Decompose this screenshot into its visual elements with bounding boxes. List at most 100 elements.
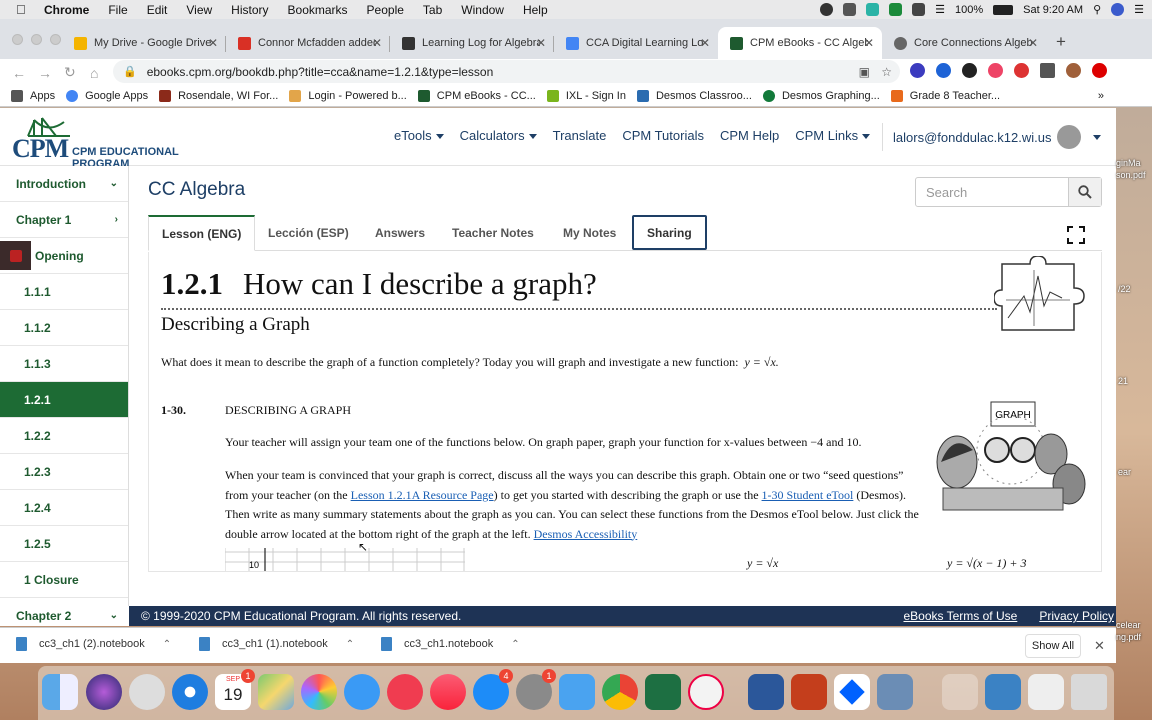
- close-tab-icon[interactable]: ✕: [208, 36, 218, 50]
- lock-icon[interactable]: 🔒: [123, 65, 137, 78]
- bookmarks-overflow-icon[interactable]: »: [1098, 90, 1104, 102]
- menu-view[interactable]: View: [186, 3, 212, 17]
- excel-icon[interactable]: [645, 674, 681, 710]
- siri-icon[interactable]: [1111, 3, 1125, 16]
- resource-page-link[interactable]: Lesson 1.2.1A Resource Page: [351, 488, 494, 502]
- tab-cpm-ebooks[interactable]: CPM eBooks - CC Algebra ✕: [718, 27, 882, 59]
- chevron-up-icon[interactable]: ⌃: [163, 639, 171, 650]
- search-input[interactable]: Search: [916, 185, 1068, 200]
- extension-dark-icon[interactable]: [962, 63, 977, 78]
- calendar-icon[interactable]: SEP 19 1: [215, 669, 255, 710]
- app-store-icon[interactable]: 4: [473, 669, 513, 710]
- desktop-file-label[interactable]: 21: [1118, 376, 1128, 386]
- nav-calculators[interactable]: Calculators: [460, 128, 537, 143]
- menu-tab[interactable]: Tab: [423, 3, 442, 17]
- user-menu[interactable]: lalors@fonddulac.k12.wi.us: [882, 123, 1102, 151]
- close-tab-icon[interactable]: ✕: [864, 36, 874, 50]
- download-item[interactable]: cc3_ch1 (2).notebook ⌃: [16, 637, 171, 651]
- search-button[interactable]: [1068, 178, 1101, 206]
- safari-icon[interactable]: [172, 674, 208, 710]
- menu-window[interactable]: Window: [461, 3, 504, 17]
- record-overlay-icon[interactable]: [0, 241, 31, 270]
- desktop-file-label[interactable]: son.pdf: [1116, 170, 1146, 180]
- spotlight-icon[interactable]: ⚲: [1093, 3, 1101, 16]
- tab-cca-digital-log[interactable]: CCA Digital Learning Log ✕: [554, 27, 718, 59]
- vpn-icon[interactable]: [820, 3, 834, 16]
- tab-teacher-notes[interactable]: Teacher Notes: [452, 215, 534, 251]
- tab-sharing[interactable]: Sharing: [632, 215, 707, 250]
- sidebar-item-1-2-4[interactable]: 1.2.4: [0, 490, 128, 526]
- desktop-file-label[interactable]: ng.pdf: [1116, 632, 1141, 642]
- menu-bookmarks[interactable]: Bookmarks: [288, 3, 348, 17]
- preview-icon[interactable]: [877, 674, 913, 710]
- menu-file[interactable]: File: [108, 3, 127, 17]
- nav-cpm-links[interactable]: CPM Links: [795, 128, 871, 143]
- bookmark-login[interactable]: Login - Powered b...: [289, 90, 407, 102]
- word-icon[interactable]: [748, 674, 784, 710]
- cast-icon[interactable]: ▣: [859, 65, 870, 79]
- nav-etools[interactable]: eTools: [394, 128, 444, 143]
- terms-of-use-link[interactable]: eBooks Terms of Use: [903, 609, 1017, 623]
- photos-icon[interactable]: [301, 674, 337, 710]
- url-text[interactable]: ebooks.cpm.org/bookdb.php?title=cca&name…: [147, 65, 494, 79]
- extension-blue-icon[interactable]: [936, 63, 951, 78]
- dropbox-icon[interactable]: [834, 674, 870, 710]
- bookmark-google-apps[interactable]: Google Apps: [66, 90, 148, 102]
- caret-down-icon[interactable]: [1093, 134, 1102, 140]
- close-tab-icon[interactable]: ✕: [536, 36, 546, 50]
- system-preferences-icon[interactable]: 1: [516, 669, 556, 710]
- trash-icon[interactable]: [1071, 674, 1107, 710]
- help-icon[interactable]: [942, 674, 978, 710]
- tab-my-notes[interactable]: My Notes: [563, 215, 616, 251]
- finder-icon[interactable]: [42, 674, 78, 710]
- chrome-icon[interactable]: [602, 674, 638, 710]
- bookmark-ixl[interactable]: IXL - Sign In: [546, 90, 626, 102]
- tab-leccion-esp[interactable]: Lección (ESP): [268, 215, 349, 251]
- new-tab-button[interactable]: +: [1056, 32, 1066, 52]
- zoom-window-button[interactable]: [50, 34, 61, 45]
- reload-icon[interactable]: ↻: [64, 64, 78, 81]
- sidebar-item-introduction[interactable]: Introduction ⌄: [0, 166, 128, 202]
- bookmark-star-icon[interactable]: ☆: [881, 65, 892, 79]
- forward-icon[interactable]: →: [38, 65, 52, 81]
- nav-cpm-help[interactable]: CPM Help: [720, 128, 779, 143]
- update-icon[interactable]: [1092, 63, 1107, 78]
- home-icon[interactable]: ⌂: [90, 65, 104, 81]
- tab-google-drive[interactable]: My Drive - Google Drive ✕: [62, 27, 226, 59]
- nav-translate[interactable]: Translate: [553, 128, 607, 143]
- menu-app[interactable]: Chrome: [44, 3, 89, 17]
- back-icon[interactable]: ←: [12, 65, 26, 81]
- notification-center-icon[interactable]: ☰: [1134, 3, 1144, 16]
- tab-core-connections[interactable]: Core Connections Algebra ✕: [882, 27, 1046, 59]
- address-bar[interactable]: 🔒 ebooks.cpm.org/bookdb.php?title=cca&na…: [113, 60, 900, 83]
- sidebar-item-1-2-3[interactable]: 1.2.3: [0, 454, 128, 490]
- download-item[interactable]: cc3_ch1.notebook ⌃: [381, 637, 520, 651]
- sidebar-item-1-1-1[interactable]: 1.1.1: [0, 274, 128, 310]
- document-file-icon[interactable]: [985, 674, 1021, 710]
- bookmark-grade8[interactable]: Grade 8 Teacher...: [890, 90, 1000, 102]
- bookmark-cpm-ebooks[interactable]: CPM eBooks - CC...: [417, 90, 536, 102]
- bookmark-desmos-graphing[interactable]: Desmos Graphing...: [762, 90, 880, 102]
- sidebar-item-1-2-5[interactable]: 1.2.5: [0, 526, 128, 562]
- download-item[interactable]: cc3_ch1 (1).notebook ⌃: [199, 637, 354, 651]
- cpm-logo[interactable]: CPM CPM EDUCATIONAL PROGRAM: [12, 114, 224, 170]
- close-tab-icon[interactable]: ✕: [372, 36, 382, 50]
- close-window-button[interactable]: [12, 34, 23, 45]
- maps-icon[interactable]: [258, 674, 294, 710]
- sheets-icon[interactable]: [889, 3, 903, 16]
- battery-icon[interactable]: [993, 4, 1014, 15]
- privacy-policy-link[interactable]: Privacy Policy: [1039, 609, 1114, 623]
- chevron-up-icon[interactable]: ⌃: [346, 639, 354, 650]
- menu-history[interactable]: History: [231, 3, 268, 17]
- extensions-puzzle-icon[interactable]: [1040, 63, 1055, 78]
- bookmark-apps[interactable]: Apps: [11, 90, 55, 102]
- wifi-icon[interactable]: ☰: [935, 3, 945, 16]
- screenshot-file-icon[interactable]: [1028, 674, 1064, 710]
- sidebar-item-1-2-2[interactable]: 1.2.2: [0, 418, 128, 454]
- user-email[interactable]: lalors@fonddulac.k12.wi.us: [893, 130, 1051, 145]
- apple-icon[interactable]: : [16, 2, 30, 17]
- news-icon[interactable]: [387, 674, 423, 710]
- extension-c-icon[interactable]: [910, 63, 925, 78]
- student-etool-link[interactable]: 1-30 Student eTool: [762, 488, 854, 502]
- menu-help[interactable]: Help: [523, 3, 548, 17]
